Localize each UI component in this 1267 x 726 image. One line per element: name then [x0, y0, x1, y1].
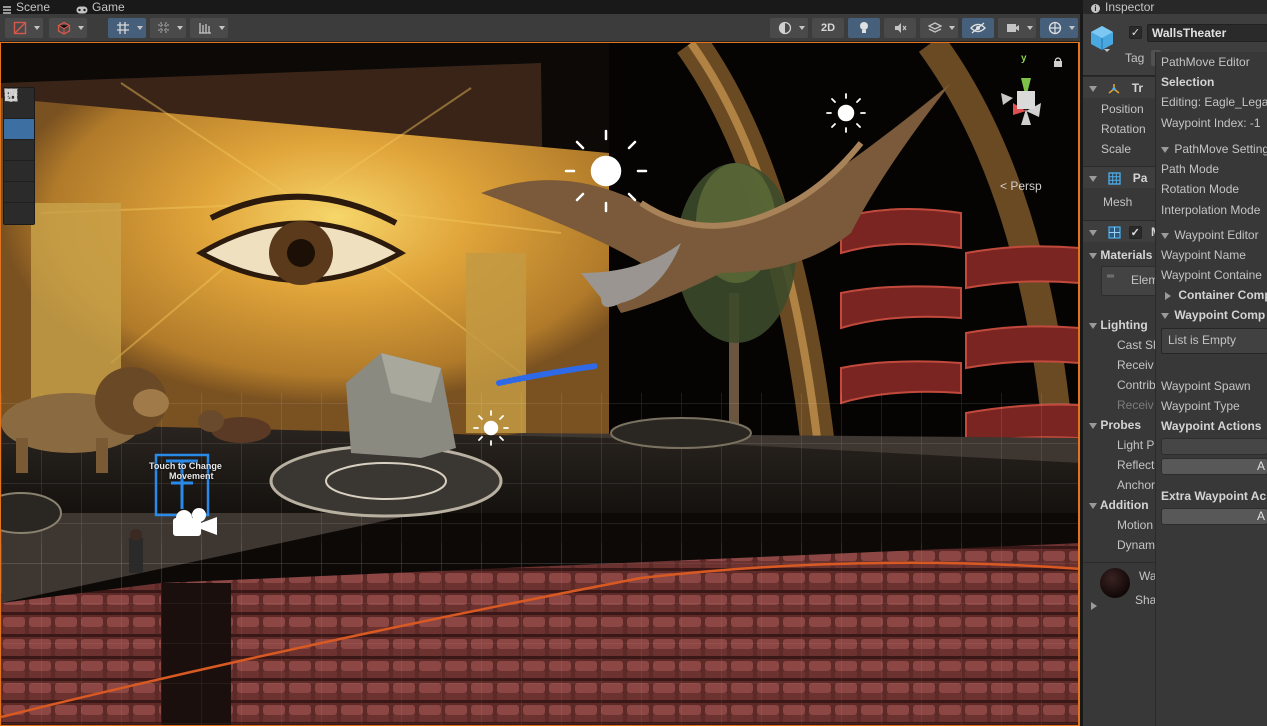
- waypoint-comp-foldout[interactable]: Waypoint Comp: [1156, 305, 1267, 325]
- lighting-label: Lighting: [1100, 318, 1148, 332]
- pathmove-settings-label: PathMove Setting: [1174, 142, 1267, 156]
- snap-grid-icon: [158, 22, 170, 34]
- tab-game[interactable]: Game: [76, 0, 125, 14]
- 2d-label: 2D: [820, 22, 836, 34]
- mesh-renderer-icon: [1108, 226, 1121, 239]
- cube-render-icon: [57, 21, 71, 35]
- fx-dropdown[interactable]: [920, 18, 958, 38]
- materials-label: Materials: [1100, 248, 1153, 262]
- additional-settings-label: Addition: [1099, 498, 1149, 512]
- effects-dropdown[interactable]: [770, 18, 808, 38]
- waypoint-name-label: Waypoint Name: [1161, 248, 1246, 262]
- probes-label: Probes: [1100, 418, 1142, 432]
- scene-visibility-toggle[interactable]: [962, 18, 994, 38]
- rect-tool[interactable]: [4, 88, 34, 203]
- eye-hidden-icon: [970, 22, 986, 34]
- mesh-filter-icon: [1108, 172, 1121, 185]
- add-waypoint-action-button[interactable]: A: [1161, 458, 1267, 475]
- audio-muted-icon: [895, 23, 907, 33]
- move-tool[interactable]: [4, 88, 34, 140]
- transform-tool[interactable]: [4, 88, 34, 224]
- editing-label: Editing: Eagle_Lega: [1161, 95, 1267, 109]
- rotation-mode-label: Rotation Mode: [1161, 182, 1240, 196]
- grid-snapping-toggle[interactable]: [108, 18, 146, 38]
- gizmo-globe-icon: [1048, 21, 1062, 35]
- waypoint-comp-label: Waypoint Comp: [1174, 308, 1266, 322]
- waypoint-actions-field[interactable]: [1161, 438, 1267, 455]
- draw-mode-dropdown[interactable]: [5, 18, 43, 38]
- pathmove-settings-foldout[interactable]: PathMove Setting: [1156, 139, 1267, 159]
- reorder-handle-icon[interactable]: ═: [1107, 271, 1114, 282]
- gizmo-y-axis-label: y: [1021, 53, 1027, 64]
- align-icon: [199, 23, 211, 34]
- add-extra-waypoint-action-button[interactable]: A: [1161, 508, 1267, 525]
- container-comp-label: Container Comp: [1178, 288, 1267, 302]
- material-element-field[interactable]: ═ Elem: [1101, 266, 1161, 296]
- waypoint-list-box: List is Empty: [1161, 328, 1267, 354]
- lock-icon[interactable]: [1053, 57, 1063, 67]
- scene-viewport[interactable]: < Persp y Touch to Change Movement: [0, 42, 1080, 726]
- lighting-toggle-button[interactable]: [848, 18, 880, 38]
- sphere-icon: [778, 21, 792, 35]
- tab-game-label: Game: [92, 0, 125, 14]
- tab-inspector[interactable]: i Inspector: [1083, 0, 1267, 14]
- waypoint-type-label: Waypoint Type: [1161, 399, 1240, 413]
- waypoint-actions-header: Waypoint Actions: [1161, 419, 1262, 433]
- tag-label: Tag: [1125, 51, 1145, 65]
- interpolation-mode-label: Interpolation Mode: [1161, 203, 1261, 217]
- pathmove-title: PathMove Editor: [1161, 55, 1250, 69]
- transform-title: Tr: [1131, 81, 1144, 95]
- grid-icon: [117, 22, 129, 34]
- scale-tool[interactable]: [4, 88, 34, 182]
- mesh-renderer-enabled-checkbox[interactable]: ✓: [1128, 226, 1142, 240]
- camera-settings-dropdown[interactable]: [998, 18, 1036, 38]
- waypoint-editor-label: Waypoint Editor: [1174, 228, 1259, 242]
- gamepad-icon: [76, 3, 88, 13]
- align-dropdown[interactable]: [190, 18, 228, 38]
- mesh-filter-title: Pa: [1132, 171, 1148, 185]
- material-foldout-arrow[interactable]: [1091, 602, 1097, 610]
- waypoint-container-label: Waypoint Containe: [1161, 268, 1262, 282]
- perspective-label[interactable]: < Persp: [1000, 179, 1042, 193]
- shaded-mode-icon: [13, 21, 27, 35]
- increment-snap-dropdown[interactable]: [150, 18, 186, 38]
- waypoint-spawn-label: Waypoint Spawn: [1161, 379, 1251, 393]
- lightbulb-icon: [860, 22, 868, 33]
- tool-palette: [3, 87, 35, 225]
- layers-icon: [928, 22, 942, 33]
- gameobject-name-field[interactable]: WallsTheater: [1147, 24, 1267, 42]
- rotate-tool[interactable]: [4, 89, 34, 161]
- container-comp-foldout[interactable]: Container Comp: [1156, 285, 1267, 305]
- gizmos-dropdown[interactable]: [1040, 18, 1078, 38]
- transform-axes-icon: [1108, 83, 1120, 94]
- waypoint-editor-foldout[interactable]: Waypoint Editor: [1156, 225, 1267, 245]
- 2d-toggle-button[interactable]: 2D: [812, 18, 844, 38]
- tab-scene-label: Scene: [16, 0, 51, 14]
- transform-icon: [4, 88, 18, 102]
- audio-toggle-button[interactable]: [884, 18, 916, 38]
- extra-waypoint-actions-header: Extra Waypoint Ac: [1161, 489, 1267, 503]
- waypoint-index-label: Waypoint Index: -1: [1161, 116, 1261, 130]
- list-empty-label: List is Empty: [1168, 333, 1237, 347]
- tab-scene[interactable]: Scene: [2, 0, 50, 14]
- selection-header: Selection: [1161, 75, 1215, 89]
- stage-sign-title: Touch to Change: [149, 461, 222, 471]
- camera-icon: [1007, 24, 1019, 32]
- tab-inspector-label: Inspector: [1105, 0, 1155, 14]
- info-icon: i: [1091, 4, 1100, 13]
- stage-sign-subtitle: Movement: [169, 471, 214, 481]
- scene-toolbar: 2D: [0, 14, 1080, 42]
- pathmove-editor-panel: PathMove Editor Selection Editing: Eagle…: [1155, 52, 1267, 726]
- active-checkbox[interactable]: ✓: [1129, 26, 1142, 39]
- scene-tab-icon: [2, 3, 12, 14]
- material-preview-sphere[interactable]: [1100, 568, 1130, 598]
- render-mode-dropdown[interactable]: [49, 18, 87, 38]
- scene-tabstrip: Scene Game: [0, 0, 1080, 14]
- gameobject-cube-icon[interactable]: [1089, 24, 1115, 52]
- path-mode-label: Path Mode: [1161, 162, 1220, 176]
- scene-render: [1, 43, 1078, 725]
